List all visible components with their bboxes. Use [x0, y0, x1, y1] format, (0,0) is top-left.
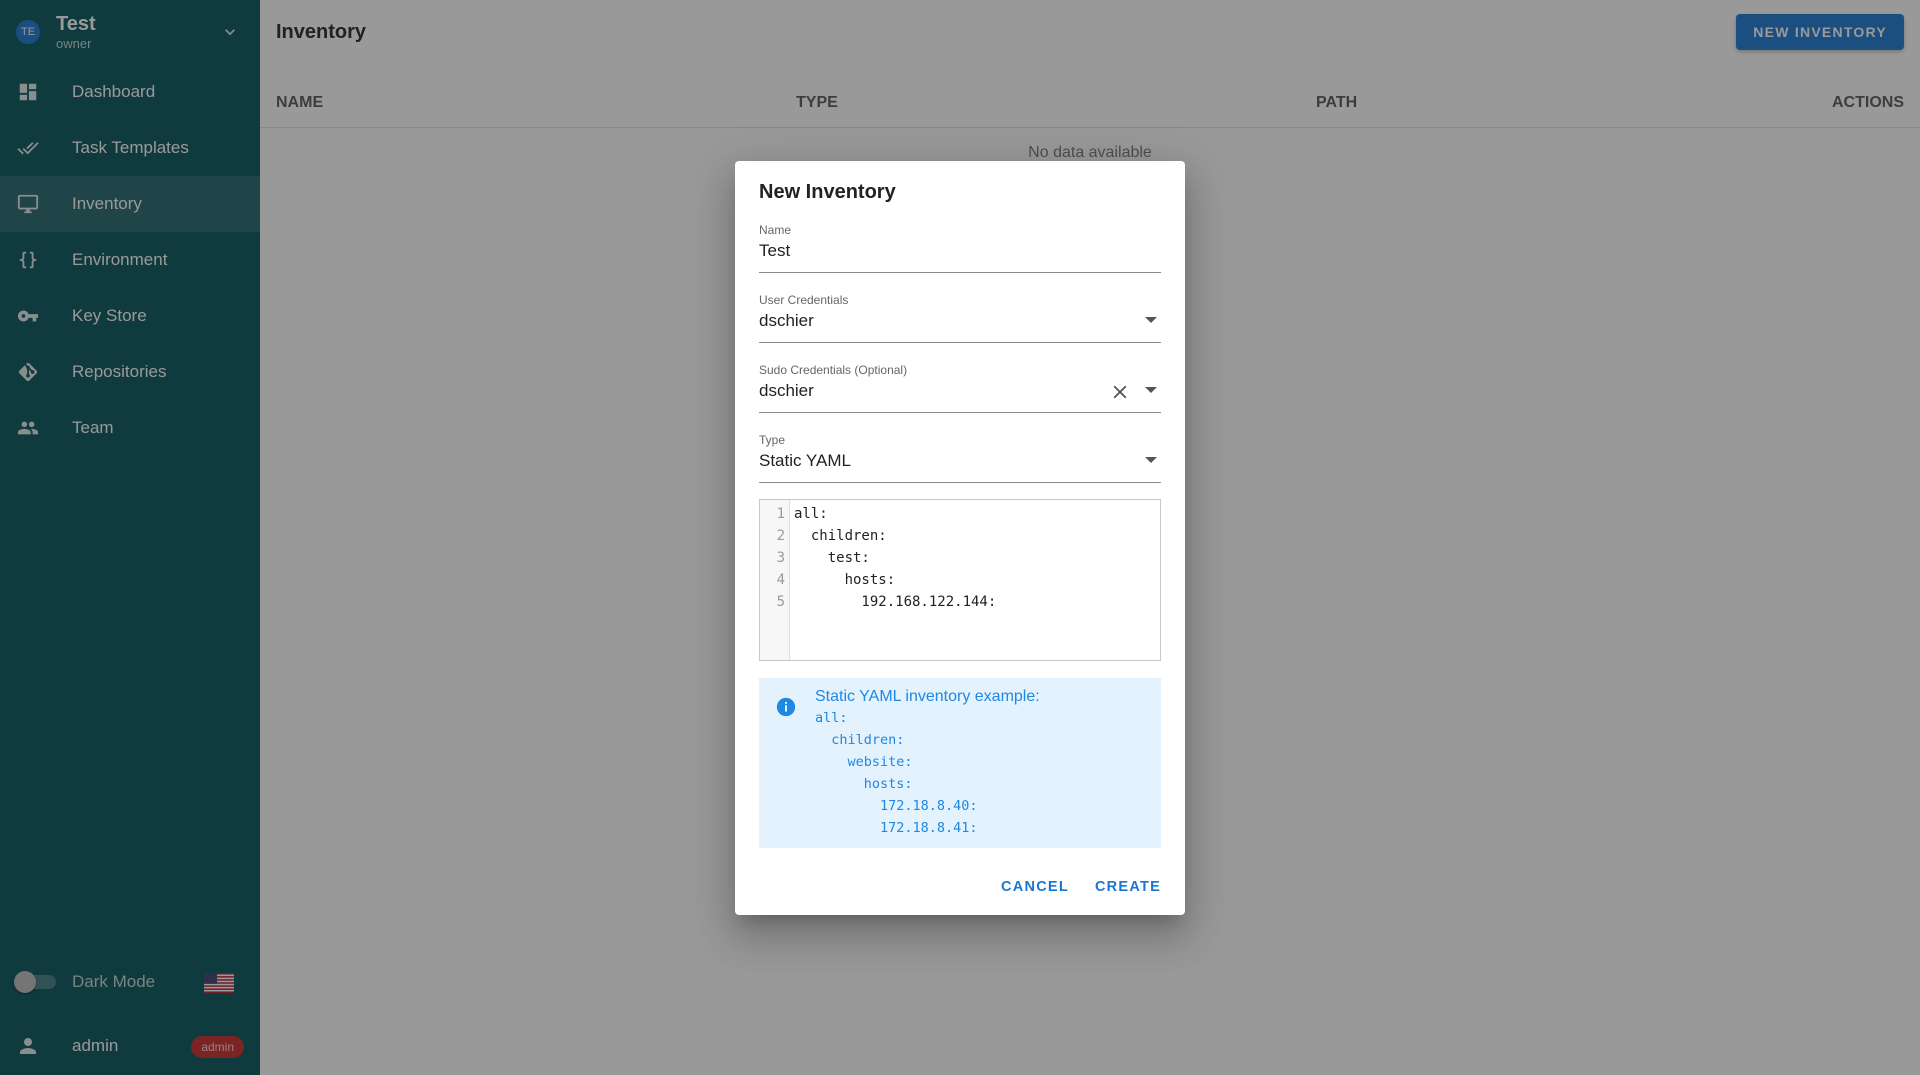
alert-code-line: 172.18.8.41: — [815, 820, 978, 836]
user-credentials-label: User Credentials — [759, 293, 849, 307]
line-number: 5 — [776, 594, 785, 610]
dialog-actions: CANCEL CREATE — [1001, 879, 1161, 895]
cancel-button[interactable]: CANCEL — [1001, 879, 1069, 895]
dropdown-arrow-icon[interactable] — [1145, 387, 1157, 393]
code-line[interactable]: children: — [794, 528, 887, 544]
dropdown-arrow-icon[interactable] — [1145, 317, 1157, 323]
code-line[interactable]: all: — [794, 506, 828, 522]
sudo-credentials-label: Sudo Credentials (Optional) — [759, 363, 908, 377]
sudo-credentials-select[interactable]: Sudo Credentials (Optional) dschier — [759, 363, 1161, 413]
alert-code-line: children: — [815, 732, 905, 748]
user-credentials-value: dschier — [759, 311, 814, 330]
line-number-gutter: 1 2 3 4 5 — [760, 500, 790, 660]
type-value: Static YAML — [759, 451, 851, 470]
name-field[interactable]: Name Test — [759, 223, 1161, 273]
line-number: 4 — [776, 572, 785, 588]
clear-icon[interactable] — [1109, 381, 1131, 403]
code-line[interactable]: hosts: — [794, 572, 896, 588]
type-label: Type — [759, 433, 786, 447]
sudo-credentials-value: dschier — [759, 381, 814, 400]
alert-code-line: hosts: — [815, 776, 913, 792]
line-number: 3 — [776, 550, 785, 566]
alert-code-line: website: — [815, 754, 913, 770]
dialog-title: New Inventory — [759, 181, 896, 203]
yaml-example-alert: Static YAML inventory example: all: chil… — [759, 678, 1161, 848]
name-input[interactable]: Test — [759, 241, 790, 261]
alert-title: Static YAML inventory example: — [815, 688, 1040, 705]
code-line[interactable]: 192.168.122.144: — [794, 594, 996, 610]
alert-code-line: all: — [815, 710, 848, 726]
line-number: 1 — [776, 506, 785, 522]
name-label: Name — [759, 223, 792, 237]
code-line[interactable]: test: — [794, 550, 870, 566]
user-credentials-select[interactable]: User Credentials dschier — [759, 293, 1161, 343]
create-button[interactable]: CREATE — [1095, 879, 1161, 895]
alert-code-line: 172.18.8.40: — [815, 798, 978, 814]
new-inventory-dialog: New Inventory Name Test User Credentials… — [735, 161, 1185, 915]
dropdown-arrow-icon[interactable] — [1145, 457, 1157, 463]
info-icon — [776, 697, 796, 717]
type-select[interactable]: Type Static YAML — [759, 433, 1161, 483]
line-number: 2 — [776, 528, 785, 544]
inventory-code-editor[interactable]: 1 2 3 4 5 all: children: test: hosts: 19… — [759, 499, 1161, 661]
